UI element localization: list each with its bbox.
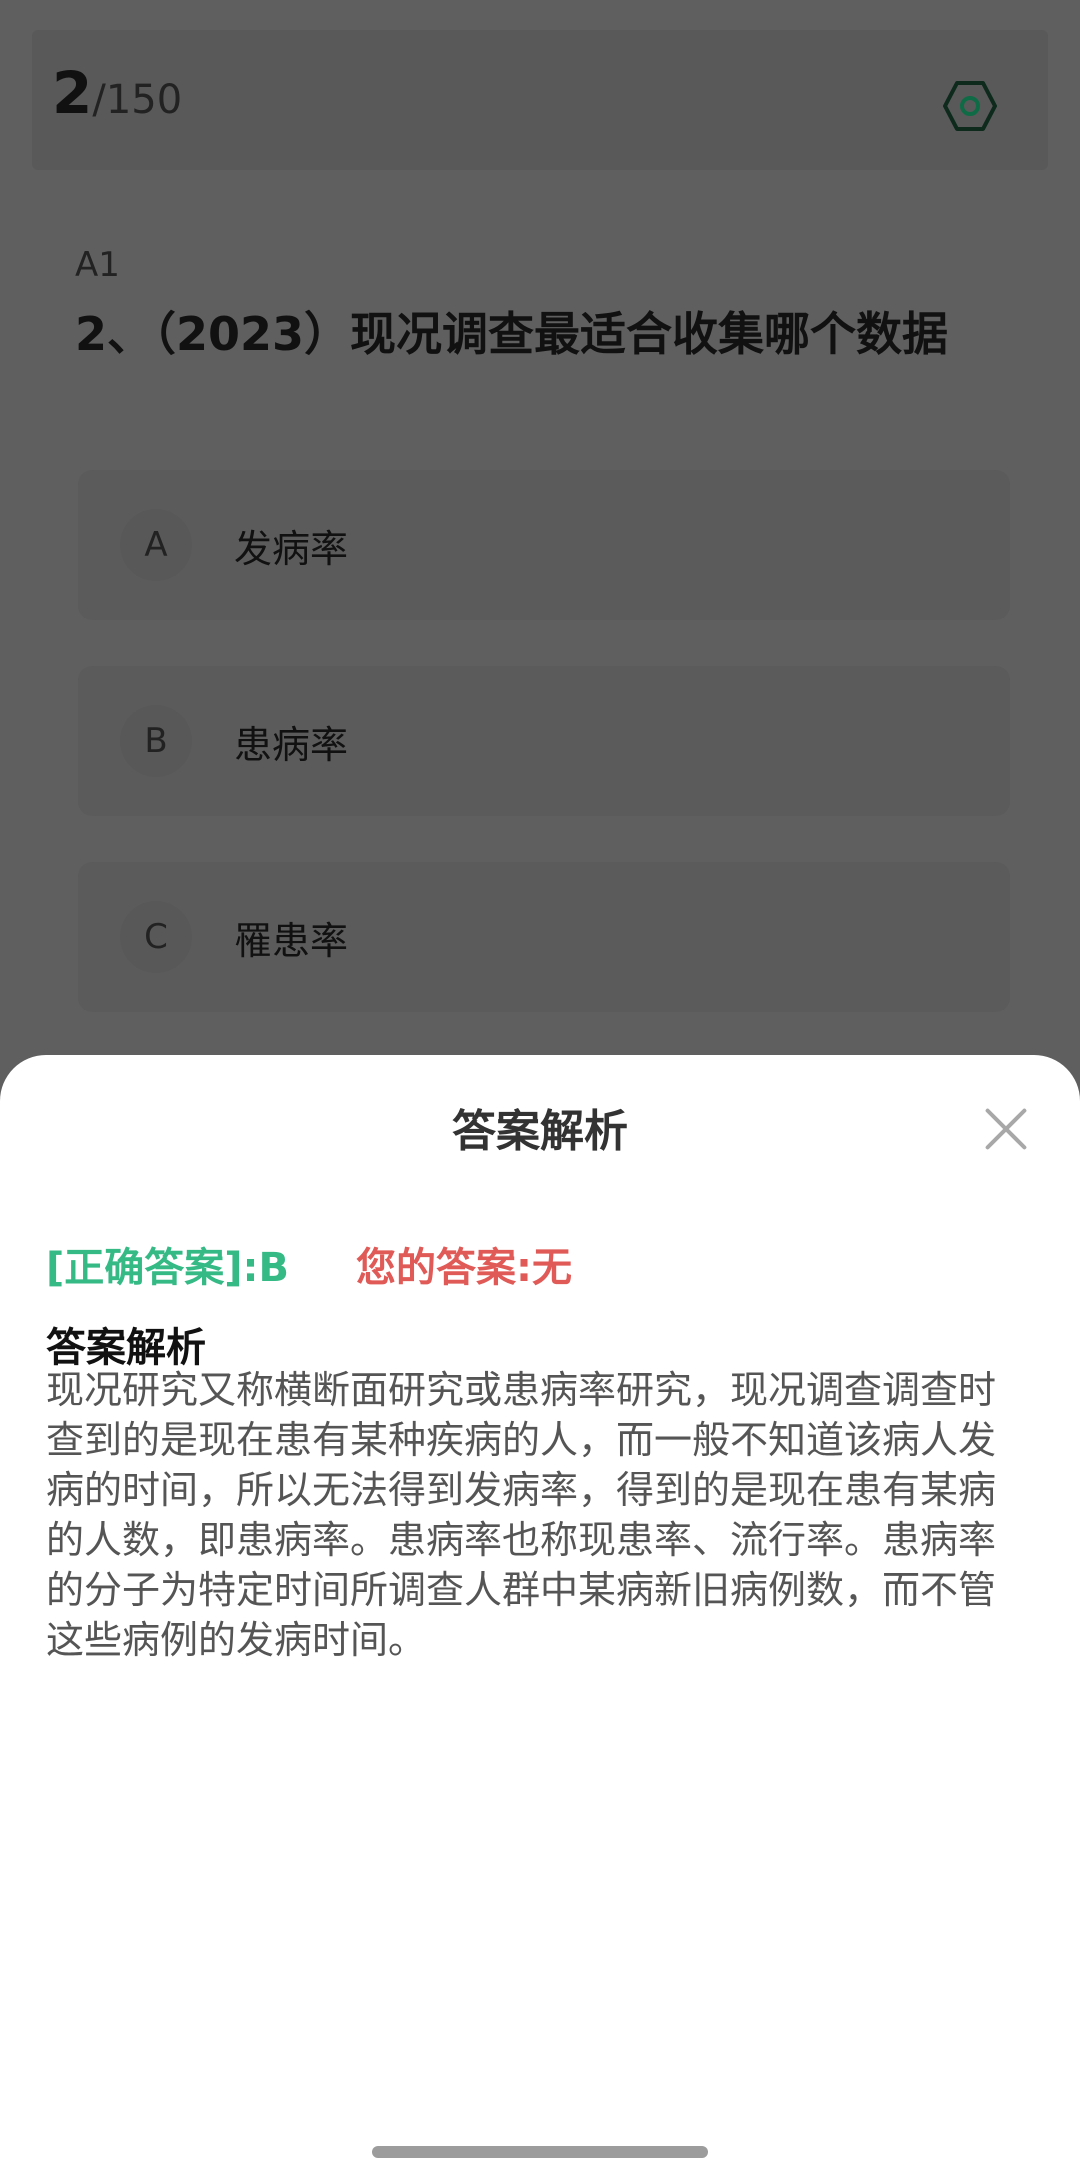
top-bar xyxy=(32,30,1048,170)
option-letter: A xyxy=(120,509,192,581)
option-letter: C xyxy=(120,901,192,973)
option-letter: B xyxy=(120,705,192,777)
option-text: 发病率 xyxy=(234,526,349,571)
close-icon[interactable] xyxy=(978,1101,1034,1157)
option-c[interactable]: C 罹患率 xyxy=(78,862,1010,1012)
your-answer-text: 您的答案:无 xyxy=(356,1245,572,1291)
question-counter: 2/150 xyxy=(52,64,182,122)
option-text: 患病率 xyxy=(234,722,349,767)
current-question-number: 2 xyxy=(52,59,93,127)
question-type-label: A1 xyxy=(75,245,120,285)
analysis-text: 现况研究又称横断面研究或患病率研究，现况调查调查时查到的是现在患有某种疾病的人，… xyxy=(46,1368,997,1662)
option-a[interactable]: A 发病率 xyxy=(78,470,1010,620)
answer-analysis-sheet: 答案解析 [正确答案]:B 您的答案:无 答案解析 现况研究又称横断面研究或患病… xyxy=(0,1055,1080,2181)
correct-answer-text: [正确答案]:B xyxy=(46,1245,290,1291)
option-text: 罹患率 xyxy=(234,918,349,963)
hexagon-settings-icon[interactable] xyxy=(942,78,998,134)
sheet-title: 答案解析 xyxy=(452,1106,628,1157)
option-b[interactable]: B 患病率 xyxy=(78,666,1010,816)
home-indicator[interactable] xyxy=(372,2146,708,2158)
question-title: 2、（2023）现况调查最适合收集哪个数据 xyxy=(75,307,949,361)
total-questions: /150 xyxy=(92,77,183,123)
